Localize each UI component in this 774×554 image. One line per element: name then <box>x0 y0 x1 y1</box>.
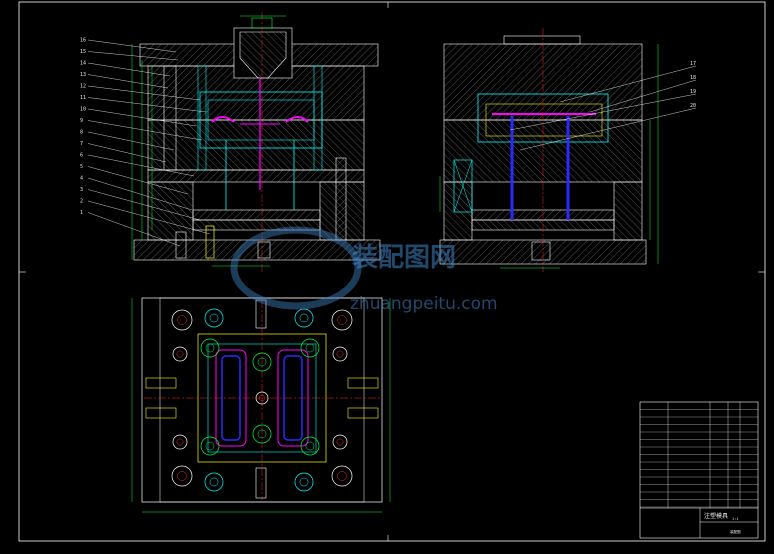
part-number-label: 12 <box>80 84 86 90</box>
part-number-label: 15 <box>80 49 86 55</box>
cad-drawing-canvas: 16 15 14 13 12 11 10 9 8 7 6 5 4 3 2 1 17 18 19 20 <box>0 0 774 554</box>
watermark-cn: 装配图网 <box>352 243 456 273</box>
watermark-url: zhuangpeitu.com <box>350 294 498 314</box>
part-number-label: 18 <box>690 75 696 81</box>
part-number-label: 19 <box>690 89 696 95</box>
part-number-label: 17 <box>690 61 696 67</box>
part-number-label: 14 <box>80 61 86 67</box>
part-number-label: 10 <box>80 107 86 113</box>
part-number-label: 9 <box>80 118 83 124</box>
title-block: 注塑模具 1:1 装配图 <box>639 401 759 539</box>
title-block-drawing-no: 装配图 <box>730 529 741 534</box>
part-number-label: 4 <box>80 176 83 182</box>
plan-view <box>131 297 391 513</box>
part-number-label: 1 <box>80 210 83 216</box>
part-number-label: 6 <box>80 153 83 159</box>
part-number-label: 7 <box>80 141 83 147</box>
part-number-label: 8 <box>80 130 83 136</box>
mold-assembly-drawing: 16 15 14 13 12 11 10 9 8 7 6 5 4 3 2 1 17 18 19 20 装配图网 zh… <box>18 1 766 542</box>
title-block-scale: 1:1 <box>732 517 739 521</box>
part-number-label: 11 <box>80 95 86 101</box>
part-number-label: 2 <box>80 199 83 205</box>
side-section-view <box>439 28 659 272</box>
part-number-label: 5 <box>80 164 83 170</box>
part-number-label: 20 <box>690 103 696 109</box>
part-number-label: 13 <box>80 72 86 78</box>
title-block-title: 注塑模具 <box>704 512 728 520</box>
part-number-label: 3 <box>80 187 83 193</box>
part-number-label: 16 <box>80 38 86 44</box>
